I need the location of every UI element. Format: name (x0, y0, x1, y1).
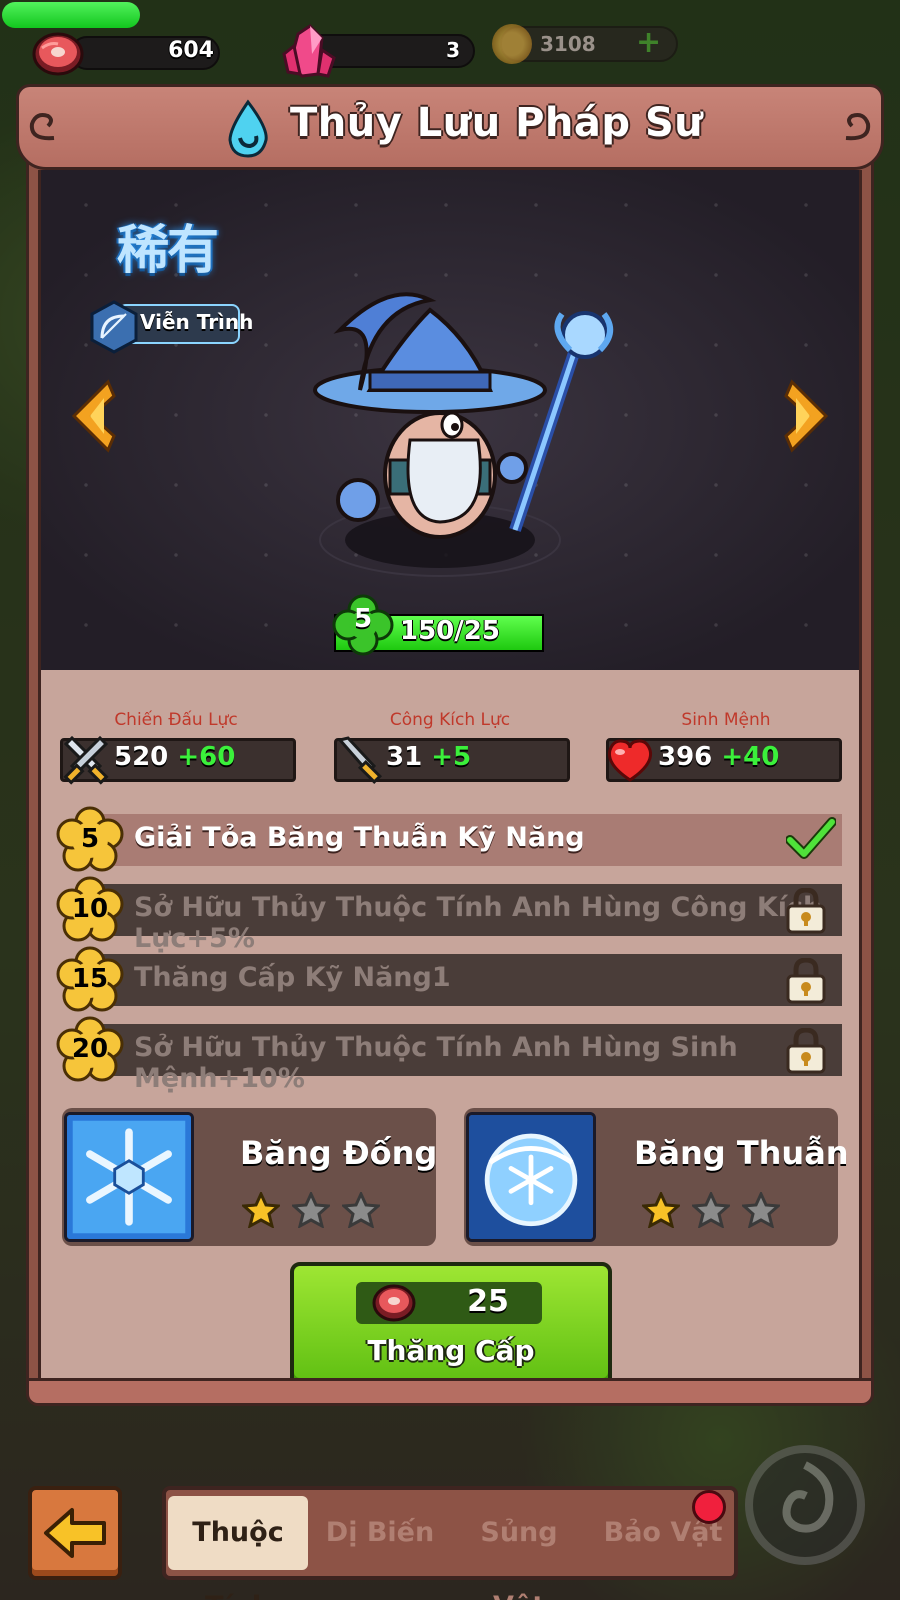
lock-icon (786, 1028, 826, 1074)
stat-value-combat-power: 520 +60 (114, 742, 236, 772)
stat-bonus-combat-power: +60 (177, 742, 236, 772)
arrow-left-icon[interactable] (42, 1506, 108, 1560)
coin-resource-value: 3108 (540, 32, 596, 56)
coin-icon (492, 24, 532, 64)
stat-label-combat-power: Chiến Đấu Lực (114, 710, 238, 730)
panel-bottom-band (26, 1378, 874, 1406)
unlock-description: Thăng Cấp Kỹ Năng1 (134, 962, 451, 993)
tab-attributes[interactable]: Thuộc Tính (168, 1496, 308, 1600)
crossed-swords-icon (63, 735, 109, 785)
upgrade-cost: 25 (467, 1284, 509, 1319)
banner-swirl-left-icon (29, 113, 55, 141)
portal-vortex-icon[interactable] (740, 1440, 870, 1570)
star-empty-icon (692, 1192, 730, 1228)
upgrade-button[interactable] (290, 1262, 612, 1388)
star-filled-icon (242, 1192, 280, 1228)
hero-type-label: Viễn Trình (140, 310, 254, 334)
banner-swirl-right-icon (845, 113, 871, 141)
unlock-level: 20 (71, 1034, 109, 1064)
checkmark-icon (786, 817, 836, 859)
stat-value-health: 396 +40 (658, 742, 780, 772)
ice-shield-skill-icon[interactable] (466, 1112, 596, 1242)
meat-icon (372, 1284, 416, 1322)
hero-name-title: Thủy Lưu Pháp Sư (290, 100, 704, 146)
meat-resource-value: 604 (168, 38, 214, 63)
unlock-level: 5 (80, 824, 100, 854)
previous-hero-arrow-icon[interactable] (64, 378, 124, 454)
unlock-level: 10 (71, 894, 109, 924)
stat-label-health: Sinh Mệnh (681, 710, 771, 730)
crystal-gem-icon (282, 24, 336, 78)
stat-bonus-health: +40 (721, 742, 780, 772)
hero-level: 5 (353, 604, 373, 634)
lock-icon (786, 888, 826, 934)
star-empty-icon (292, 1192, 330, 1228)
sword-icon (337, 736, 382, 785)
meat-icon (32, 32, 84, 76)
coin-add-button[interactable]: + (636, 28, 661, 58)
skill-name: Băng Thuẫn (634, 1134, 849, 1172)
snowflake-skill-icon[interactable] (64, 1112, 194, 1242)
tab-mutation[interactable]: Dị Biến (320, 1496, 440, 1570)
hero-exp-text: 150/25 (400, 616, 500, 646)
rarity-badge: 稀有 (116, 221, 219, 281)
unlock-description: Giải Tỏa Băng Thuẫn Kỹ Năng (134, 822, 585, 853)
gem-resource-value: 3 (446, 38, 460, 62)
notification-dot (692, 1490, 726, 1524)
next-hero-arrow-icon[interactable] (776, 378, 836, 454)
stat-bonus-attack: +5 (431, 742, 472, 772)
star-empty-icon (342, 1192, 380, 1228)
lock-icon (786, 958, 826, 1004)
star-empty-icon (742, 1192, 780, 1228)
water-element-icon (228, 99, 268, 158)
stat-label-attack: Công Kích Lực (389, 710, 511, 730)
hero-wizard-portrait (313, 292, 613, 577)
star-filled-icon (642, 1192, 680, 1228)
stat-value-attack: 31 +5 (386, 742, 472, 772)
skill-name: Băng Đống (240, 1134, 438, 1172)
unlock-level: 15 (71, 964, 109, 994)
tab-pets[interactable]: Sủng Vật (454, 1496, 584, 1600)
upgrade-label: Thăng Cấp (367, 1334, 535, 1367)
bow-icon (90, 300, 138, 354)
heart-icon (607, 739, 653, 782)
